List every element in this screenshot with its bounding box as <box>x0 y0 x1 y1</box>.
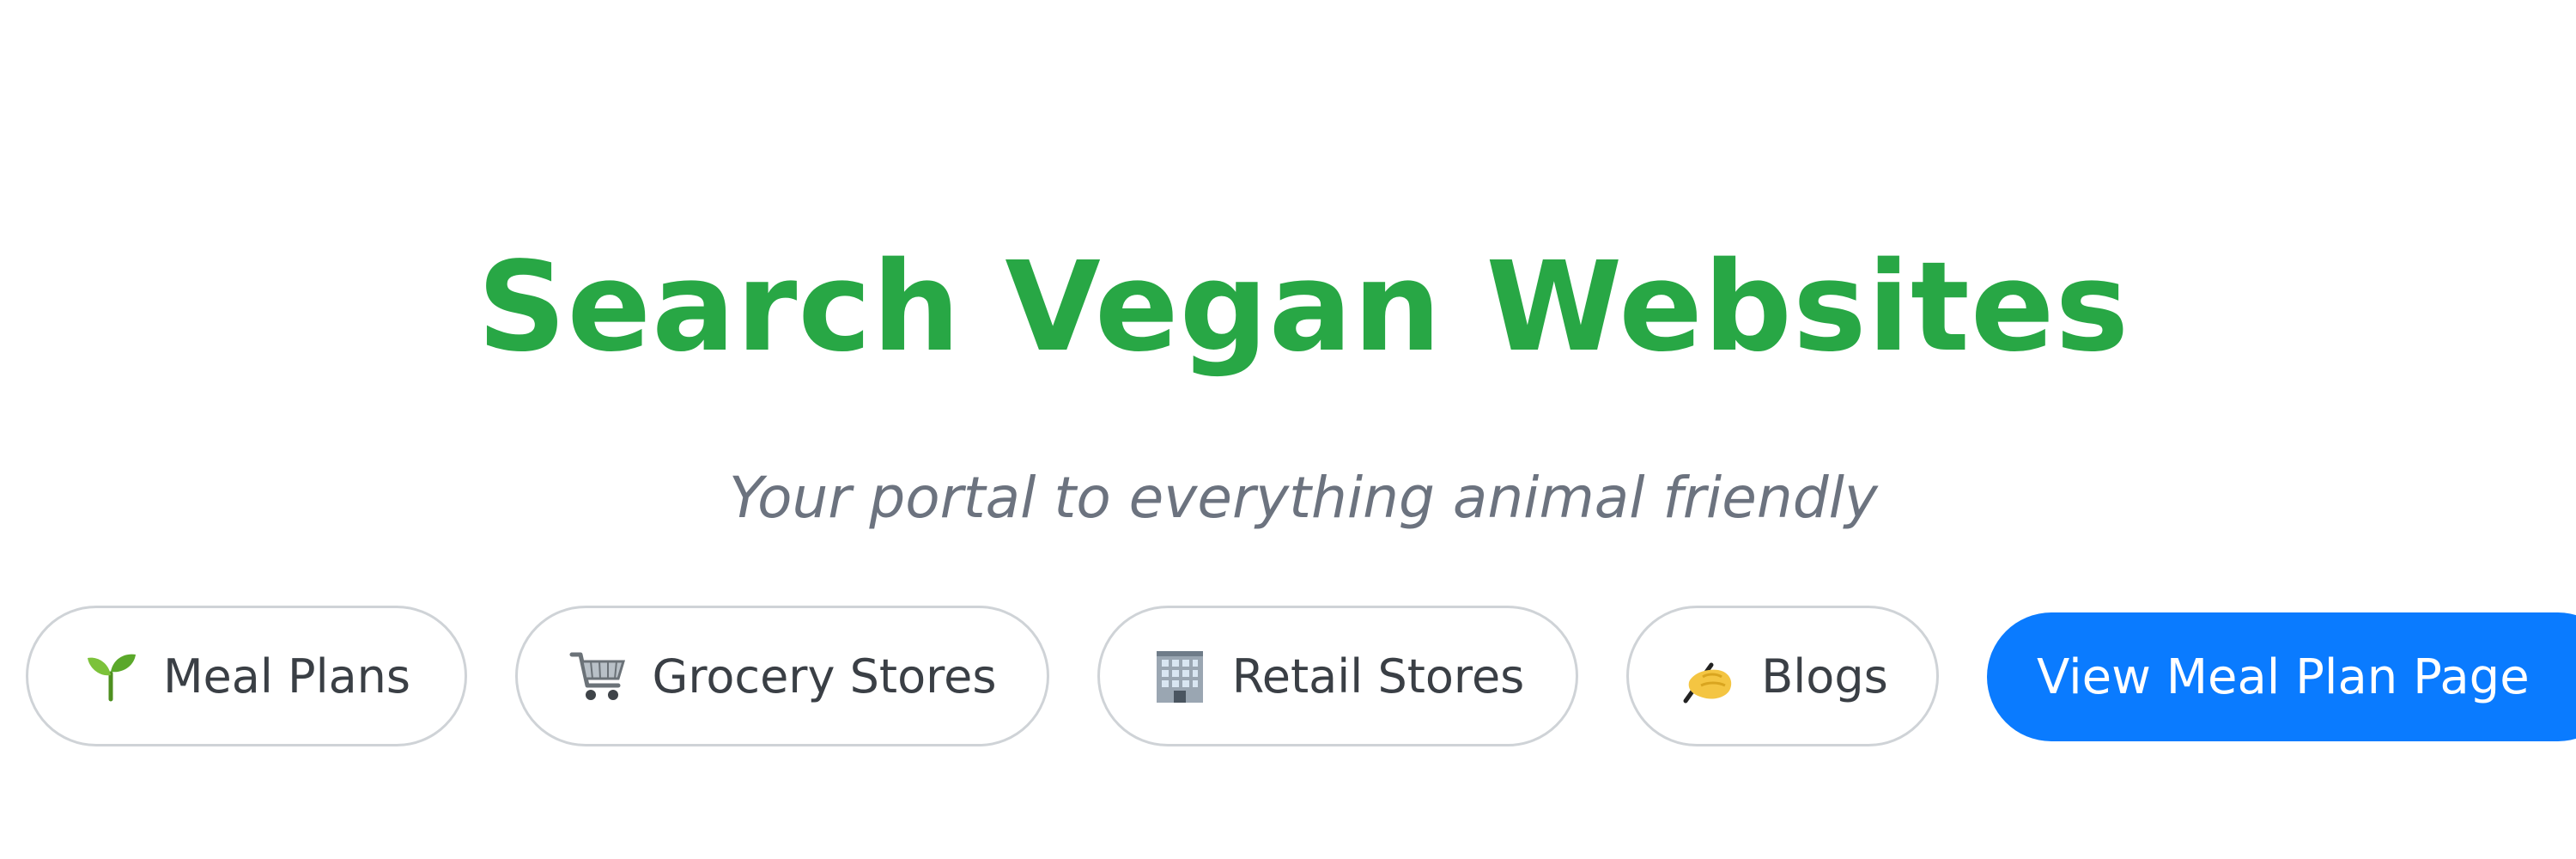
grocery-stores-label: Grocery Stores <box>652 649 997 704</box>
blogs-chip[interactable]: Blogs <box>1626 606 1939 746</box>
retail-stores-label: Retail Stores <box>1231 649 1525 704</box>
office-building-icon <box>1151 648 1208 704</box>
blogs-label: Blogs <box>1761 649 1888 704</box>
seedling-icon <box>82 648 139 704</box>
meal-plans-chip[interactable]: Meal Plans <box>26 606 467 746</box>
shopping-cart-icon <box>568 648 629 704</box>
meal-plans-label: Meal Plans <box>162 649 411 704</box>
writing-hand-icon <box>1677 648 1737 704</box>
page-subtitle: Your portal to everything animal friendl… <box>729 465 1878 531</box>
retail-stores-chip[interactable]: Retail Stores <box>1097 606 1578 746</box>
grocery-stores-chip[interactable]: Grocery Stores <box>515 606 1049 746</box>
page: Search Vegan Websites Your portal to eve… <box>0 0 2576 859</box>
view-meal-plan-page-button[interactable]: View Meal Plan Page <box>1987 612 2576 741</box>
page-title: Search Vegan Websites <box>477 235 2130 379</box>
category-chip-bar: Meal Plans Grocery Stores Retail Stores … <box>26 606 2576 750</box>
